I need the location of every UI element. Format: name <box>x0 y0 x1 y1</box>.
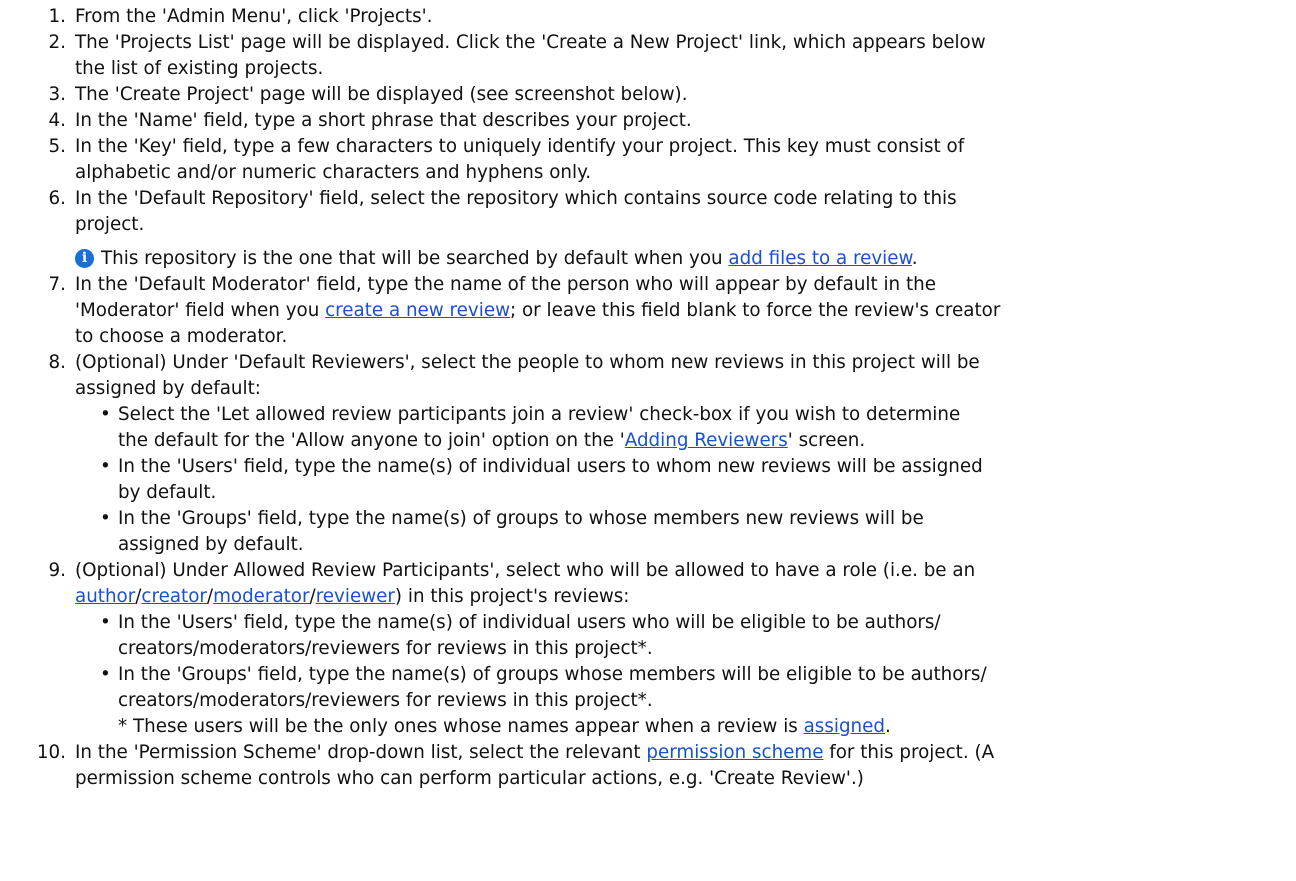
step-text: project. <box>75 214 145 235</box>
sub-item-text: the default for the 'Allow anyone to joi… <box>118 430 866 451</box>
reviewer-link[interactable]: reviewer <box>316 586 395 607</box>
step-text: From the 'Admin Menu', click 'Projects'. <box>75 6 433 27</box>
step-text: permission scheme controls who can perfo… <box>75 768 864 789</box>
step-text: (Optional) Under Allowed Review Particip… <box>75 560 976 581</box>
sub-item-text: In the 'Users' field, type the name(s) o… <box>118 612 941 633</box>
bullet-icon: • <box>100 664 111 685</box>
step-text: assigned by default: <box>75 378 261 399</box>
info-icon: i <box>75 249 94 268</box>
sub-item-text: creators/moderators/reviewers for review… <box>118 690 653 711</box>
step-text: In the 'Default Repository' field, selec… <box>75 188 957 209</box>
step-text: 'Moderator' field when you create a new … <box>75 300 1001 321</box>
step-text: The 'Projects List' page will be display… <box>75 32 986 53</box>
create-review-link[interactable]: create a new review <box>325 300 510 321</box>
step-text: the list of existing projects. <box>75 58 324 79</box>
permission-scheme-link[interactable]: permission scheme <box>646 742 823 763</box>
step-number: 5. <box>48 136 66 157</box>
assigned-link[interactable]: assigned <box>804 716 885 737</box>
sub-item-text: assigned by default. <box>118 534 304 555</box>
step-text: The 'Create Project' page will be displa… <box>75 84 688 105</box>
sub-item-text: In the 'Groups' field, type the name(s) … <box>118 508 924 529</box>
step-text: (Optional) Under 'Default Reviewers', se… <box>75 352 980 373</box>
footnote-text: * These users will be the only ones whos… <box>118 716 891 737</box>
step-number: 10. <box>36 742 66 763</box>
bullet-icon: • <box>100 404 111 425</box>
author-link[interactable]: author <box>75 586 135 607</box>
step-number: 9. <box>48 560 66 581</box>
step-number: 6. <box>48 188 66 209</box>
step-text: to choose a moderator. <box>75 326 288 347</box>
sub-item-text: In the 'Groups' field, type the name(s) … <box>118 664 987 685</box>
step-number: 8. <box>48 352 66 373</box>
step-number: 4. <box>48 110 66 131</box>
note-text: This repository is the one that will be … <box>101 248 918 269</box>
bullet-icon: • <box>100 612 111 633</box>
adding-reviewers-link[interactable]: Adding Reviewers <box>625 430 788 451</box>
bullet-icon: • <box>100 508 111 529</box>
sub-item-text: Select the 'Let allowed review participa… <box>118 404 961 425</box>
step-text: alphabetic and/or numeric characters and… <box>75 162 592 183</box>
step-text: In the 'Key' field, type a few character… <box>75 136 965 157</box>
sub-item-text: creators/moderators/reviewers for review… <box>118 638 653 659</box>
step-text: In the 'Permission Scheme' drop-down lis… <box>75 742 995 763</box>
step-number: 3. <box>48 84 66 105</box>
sub-item-text: by default. <box>118 482 217 503</box>
step-number: 2. <box>48 32 66 53</box>
add-files-link[interactable]: add files to a review <box>728 248 911 269</box>
step-text: In the 'Default Moderator' field, type t… <box>75 274 936 295</box>
step-text: In the 'Name' field, type a short phrase… <box>75 110 692 131</box>
bullet-icon: • <box>100 456 111 477</box>
step-number: 1. <box>48 6 66 27</box>
creator-link[interactable]: creator <box>141 586 206 607</box>
sub-item-text: In the 'Users' field, type the name(s) o… <box>118 456 983 477</box>
step-number: 7. <box>48 274 66 295</box>
moderator-link[interactable]: moderator <box>213 586 309 607</box>
step-text: author/creator/moderator/reviewer) in th… <box>75 586 630 607</box>
